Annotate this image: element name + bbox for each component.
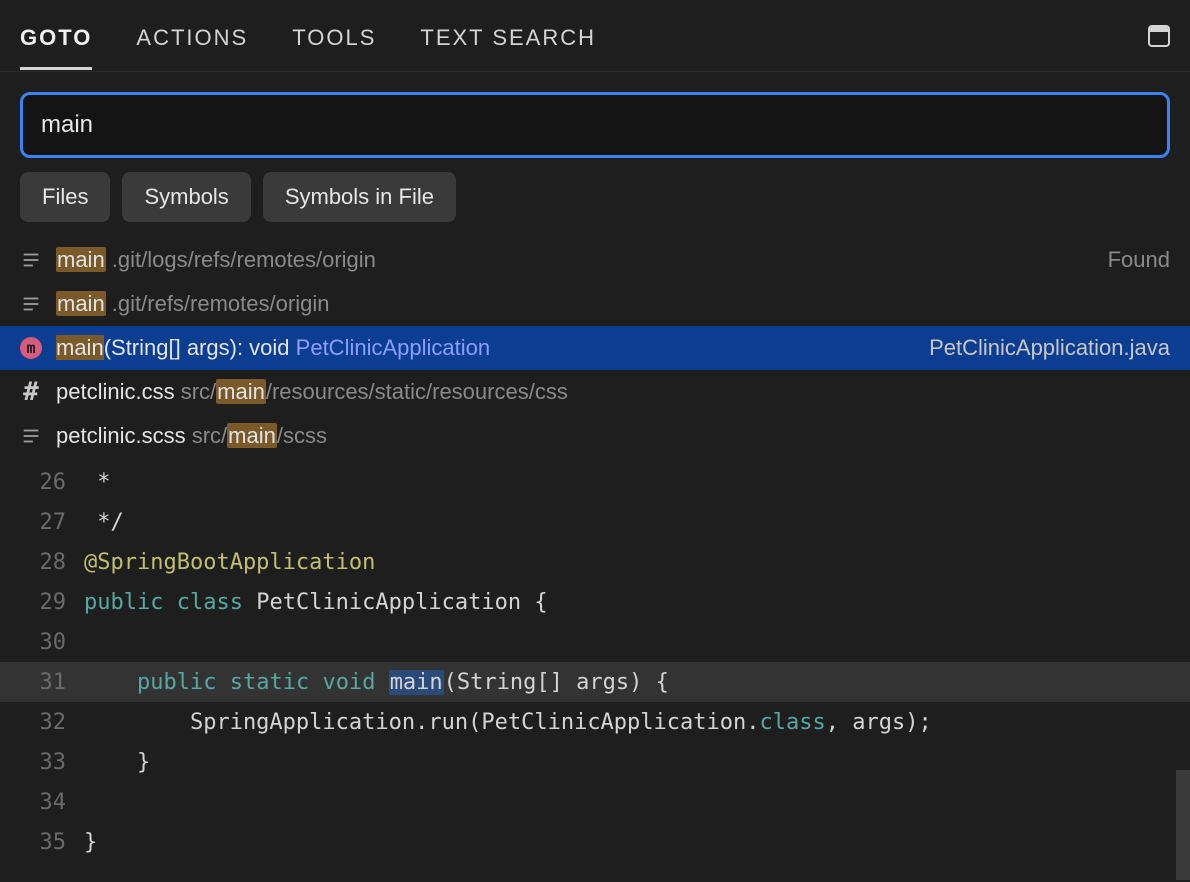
- code-content: }: [84, 830, 97, 855]
- result-row[interactable]: main .git/refs/remotes/origin: [0, 282, 1190, 326]
- tab-goto[interactable]: GOTO: [20, 3, 92, 69]
- code-line: 31 public static void main(String[] args…: [0, 662, 1190, 702]
- code-line: 29public class PetClinicApplication {: [0, 582, 1190, 622]
- result-row[interactable]: m main(String[] args): void PetClinicAppl…: [0, 326, 1190, 370]
- file-icon: [20, 293, 42, 315]
- result-row[interactable]: petclinic.scss src/main/scss: [0, 414, 1190, 458]
- method-icon: m: [20, 337, 42, 359]
- result-text: petclinic.css src/main/resources/static/…: [56, 379, 568, 405]
- top-bar: GOTO ACTIONS TOOLS TEXT SEARCH: [0, 0, 1190, 72]
- file-icon: [20, 425, 42, 447]
- result-row[interactable]: main .git/logs/refs/remotes/origin Found: [0, 238, 1190, 282]
- scrollbar-thumb[interactable]: [1176, 770, 1190, 880]
- filter-files-button[interactable]: Files: [20, 172, 110, 222]
- code-preview: 26 *27 */28@SpringBootApplication29publi…: [0, 458, 1190, 862]
- filter-buttons: Files Symbols Symbols in File: [0, 172, 1190, 238]
- code-line: 34: [0, 782, 1190, 822]
- result-text: main(String[] args): void PetClinicAppli…: [56, 335, 490, 361]
- code-line: 33 }: [0, 742, 1190, 782]
- line-number: 33: [0, 750, 84, 775]
- code-line: 32 SpringApplication.run(PetClinicApplic…: [0, 702, 1190, 742]
- line-number: 31: [0, 670, 84, 695]
- code-content: @SpringBootApplication: [84, 550, 375, 575]
- filter-symbols-button[interactable]: Symbols: [122, 172, 250, 222]
- window-icon[interactable]: [1148, 25, 1170, 47]
- search-container: [0, 72, 1190, 172]
- line-number: 28: [0, 550, 84, 575]
- line-number: 32: [0, 710, 84, 735]
- line-number: 35: [0, 830, 84, 855]
- code-line: 35}: [0, 822, 1190, 862]
- line-number: 27: [0, 510, 84, 535]
- code-content: *: [84, 470, 111, 495]
- result-text: petclinic.scss src/main/scss: [56, 423, 327, 449]
- results-list: main .git/logs/refs/remotes/originFoundm…: [0, 238, 1190, 458]
- search-input[interactable]: [20, 92, 1170, 158]
- result-text: main .git/refs/remotes/origin: [56, 291, 329, 317]
- nav-tabs: GOTO ACTIONS TOOLS TEXT SEARCH: [20, 3, 596, 69]
- line-number: 34: [0, 790, 84, 815]
- result-file-path: PetClinicApplication.java: [929, 335, 1170, 361]
- code-line: 28@SpringBootApplication: [0, 542, 1190, 582]
- line-number: 30: [0, 630, 84, 655]
- file-icon: [20, 249, 42, 271]
- css-icon: #: [20, 381, 42, 403]
- filter-symbols-in-file-button[interactable]: Symbols in File: [263, 172, 456, 222]
- code-line: 27 */: [0, 502, 1190, 542]
- code-content: public class PetClinicApplication {: [84, 590, 548, 615]
- result-row[interactable]: # petclinic.css src/main/resources/static…: [0, 370, 1190, 414]
- code-content: }: [84, 750, 150, 775]
- tab-actions[interactable]: ACTIONS: [136, 3, 248, 69]
- code-line: 26 *: [0, 462, 1190, 502]
- line-number: 26: [0, 470, 84, 495]
- found-label: Found: [1108, 247, 1170, 273]
- code-content: SpringApplication.run(PetClinicApplicati…: [84, 710, 932, 735]
- result-text: main .git/logs/refs/remotes/origin: [56, 247, 376, 273]
- line-number: 29: [0, 590, 84, 615]
- tab-tools[interactable]: TOOLS: [292, 3, 376, 69]
- tab-text-search[interactable]: TEXT SEARCH: [420, 3, 596, 69]
- code-content: public static void main(String[] args) {: [84, 670, 669, 695]
- code-content: */: [84, 510, 124, 535]
- code-line: 30: [0, 622, 1190, 662]
